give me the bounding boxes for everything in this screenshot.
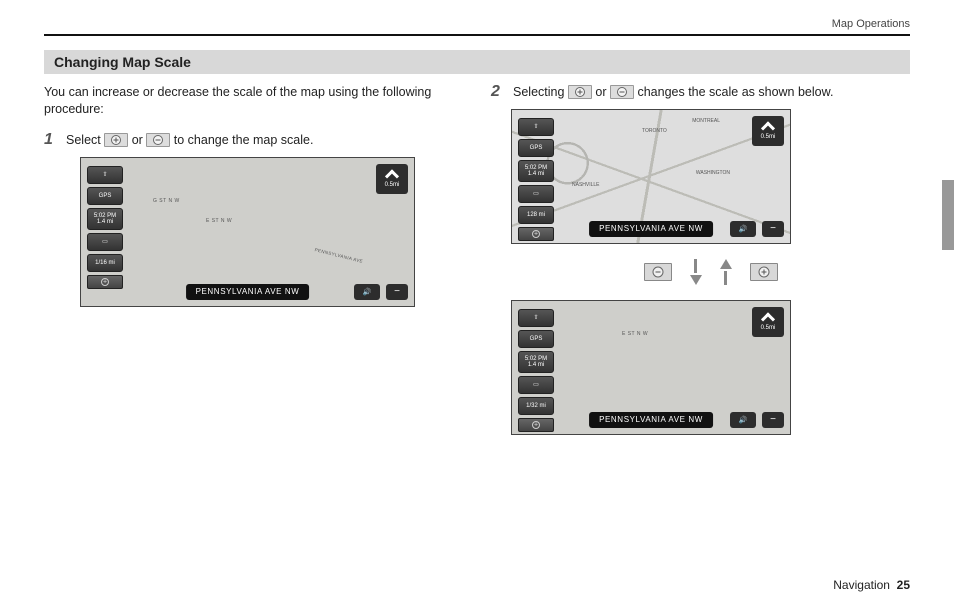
- voice-guidance-button[interactable]: 🔊: [730, 221, 756, 237]
- map-label: E ST N W: [622, 331, 648, 337]
- map-city-label: NASHVILLE: [572, 182, 600, 188]
- sidebar-scale-button[interactable]: 1/32 mi: [518, 397, 554, 415]
- zoom-out-button[interactable]: −: [762, 412, 784, 428]
- zoom-out-button[interactable]: −: [386, 284, 408, 300]
- sidebar-zoom-in-button[interactable]: [518, 418, 554, 432]
- map-sidebar: ⇧ GPS 5:02 PM1.4 mi ▭ 1/32 mi: [518, 309, 554, 432]
- section-title: Changing Map Scale: [44, 50, 910, 74]
- voice-guidance-button[interactable]: 🔊: [730, 412, 756, 428]
- next-turn-box[interactable]: 0.5mi: [376, 164, 408, 194]
- map-screenshot-closest: ⇧ GPS 5:02 PM1.4 mi ▭ 1/32 mi 0.5mi E ST…: [511, 300, 791, 435]
- step-1: 1 Select or to change the map scale.: [44, 132, 463, 149]
- sidebar-compass-icon[interactable]: ⇧: [518, 118, 554, 136]
- current-street-bar: PENNSYLVANIA AVE NW: [589, 412, 713, 428]
- map-screenshot-far: ⇧ GPS 5:02 PM1.4 mi ▭ 128 mi 0.5mi TORON…: [511, 109, 791, 244]
- sidebar-compass-icon[interactable]: ⇧: [518, 309, 554, 327]
- step-number: 1: [44, 132, 58, 148]
- zoom-in-icon: [568, 85, 592, 99]
- sidebar-gps-button[interactable]: GPS: [518, 139, 554, 157]
- header-rule: [44, 34, 910, 36]
- zoom-out-icon: [610, 85, 634, 99]
- current-street-bar: PENNSYLVANIA AVE NW: [589, 221, 713, 237]
- map-label: PENNSYLVANIA AVE: [314, 247, 363, 264]
- sidebar-info-button[interactable]: 5:02 PM1.4 mi: [87, 208, 123, 230]
- sidebar-scale-button[interactable]: 128 mi: [518, 206, 554, 224]
- sidebar-zoom-in-button[interactable]: [518, 227, 554, 241]
- map-sidebar: ⇧ GPS 5:02 PM1.4 mi ▭ 1/16 mi: [87, 166, 123, 289]
- footer-section: Navigation: [833, 578, 890, 592]
- arrow-down-icon: [690, 259, 702, 285]
- current-street-bar: PENNSYLVANIA AVE NW: [186, 284, 310, 300]
- sidebar-gps-button[interactable]: GPS: [87, 187, 123, 205]
- sidebar-poi-button[interactable]: ▭: [518, 376, 554, 394]
- sidebar-info-button[interactable]: 5:02 PM1.4 mi: [518, 351, 554, 373]
- column-right: 2 Selecting or changes the scale as show…: [491, 84, 910, 435]
- column-left: You can increase or decrease the scale o…: [44, 84, 463, 435]
- zoom-out-button[interactable]: −: [762, 221, 784, 237]
- scale-transition-arrows: [511, 254, 910, 290]
- map-screenshot-close: ⇧ GPS 5:02 PM1.4 mi ▭ 1/16 mi 0.5mi G ST…: [80, 157, 415, 307]
- sidebar-poi-button[interactable]: ▭: [87, 233, 123, 251]
- next-turn-box[interactable]: 0.5mi: [752, 307, 784, 337]
- map-label: E ST N W: [206, 218, 232, 224]
- voice-guidance-button[interactable]: 🔊: [354, 284, 380, 300]
- map-sidebar: ⇧ GPS 5:02 PM1.4 mi ▭ 128 mi: [518, 118, 554, 241]
- page-footer: Navigation 25: [833, 578, 910, 592]
- intro-text: You can increase or decrease the scale o…: [44, 84, 463, 118]
- step-number: 2: [491, 84, 505, 100]
- map-city-label: MONTREAL: [692, 118, 720, 124]
- sidebar-gps-button[interactable]: GPS: [518, 330, 554, 348]
- footer-page-number: 25: [897, 578, 910, 592]
- arrow-up-icon: [720, 259, 732, 285]
- thumb-tab: [942, 180, 954, 250]
- sidebar-zoom-in-button[interactable]: [87, 275, 123, 289]
- sidebar-scale-button[interactable]: 1/16 mi: [87, 254, 123, 272]
- zoom-out-icon: [146, 133, 170, 147]
- step-2: 2 Selecting or changes the scale as show…: [491, 84, 910, 101]
- map-label: G ST N W: [153, 198, 180, 204]
- sidebar-poi-button[interactable]: ▭: [518, 185, 554, 203]
- sidebar-compass-icon[interactable]: ⇧: [87, 166, 123, 184]
- step-text: Select or to change the map scale.: [66, 132, 313, 149]
- zoom-out-icon: [644, 263, 672, 281]
- sidebar-info-button[interactable]: 5:02 PM1.4 mi: [518, 160, 554, 182]
- zoom-in-icon: [750, 263, 778, 281]
- header-breadcrumb: Map Operations: [44, 18, 910, 30]
- step-text: Selecting or changes the scale as shown …: [513, 84, 833, 101]
- zoom-in-icon: [104, 133, 128, 147]
- map-city-label: TORONTO: [642, 128, 667, 134]
- next-turn-box[interactable]: 0.5mi: [752, 116, 784, 146]
- map-city-label: WASHINGTON: [696, 170, 730, 176]
